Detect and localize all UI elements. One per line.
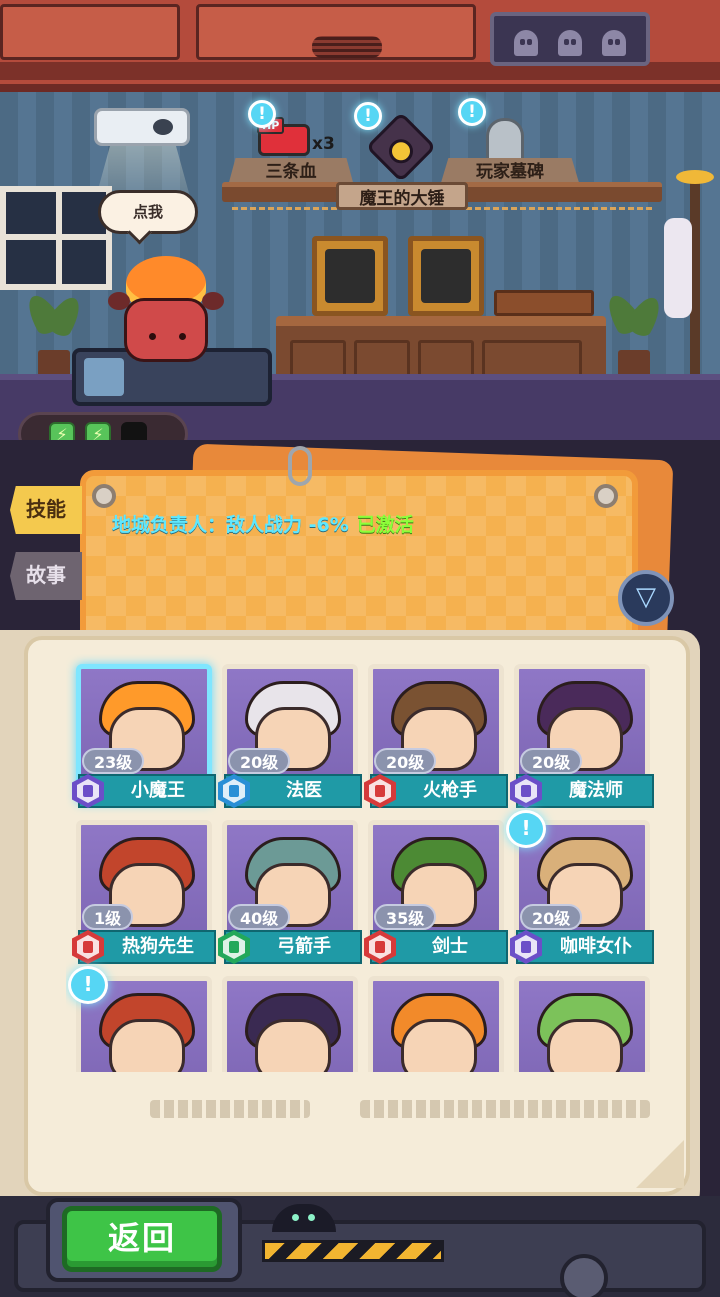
ghost-icon — [514, 30, 538, 56]
character-portrait — [222, 976, 358, 1072]
level-badge: 23级 — [82, 748, 145, 774]
hazard-stripe — [262, 1240, 444, 1262]
character-card[interactable]: 20级 魔法师 — [510, 664, 654, 810]
ghost-icon — [602, 30, 626, 56]
character-face — [109, 1019, 185, 1072]
character-card[interactable] — [368, 976, 504, 1072]
blurred-text — [150, 1100, 310, 1118]
level-badge: 20级 — [374, 748, 437, 774]
buff-text: 地城负责人：敌人战力 -6% — [112, 514, 349, 536]
level-badge: 20级 — [520, 904, 583, 930]
tab-skill[interactable]: 技能 — [10, 486, 82, 534]
rivet — [92, 484, 116, 508]
paper-clip-icon — [288, 446, 312, 486]
ghost-panel — [490, 12, 650, 66]
shop-item-label[interactable]: 魔王的大锤 — [336, 182, 468, 210]
character-face — [547, 1019, 623, 1072]
level-badge: 20级 — [520, 748, 583, 774]
character-roster[interactable]: 23级 小魔王 20级 法医 20级 火枪手 20级 魔法师 1级 热狗先生 40级 弓箭手 35级 剑士… — [66, 654, 656, 1072]
character-card[interactable]: 35级 剑士 — [364, 820, 508, 966]
blurred-text — [360, 1100, 650, 1118]
character-card[interactable]: ! — [68, 966, 212, 1072]
alert-icon[interactable]: ! — [68, 966, 108, 1004]
hanging-scarf — [664, 218, 692, 318]
filter-funnel-icon: ▽ — [636, 582, 656, 612]
energy-bar: ⚡ ⚡ — [18, 412, 188, 440]
alert-icon[interactable]: ! — [458, 98, 486, 126]
character-card[interactable] — [514, 976, 650, 1072]
energy-full-icon: ⚡ — [85, 422, 111, 440]
tombstone-icon[interactable] — [486, 118, 524, 162]
character-face — [255, 1019, 331, 1072]
rivet — [594, 484, 618, 508]
filter-button[interactable]: ▽ — [618, 570, 674, 626]
character-portrait — [368, 976, 504, 1072]
ceiling-panel — [0, 4, 180, 60]
character-card[interactable] — [222, 976, 358, 1072]
buff-notice: 地城负责人：敌人战力 -6% 已激活 — [112, 510, 414, 537]
back-button[interactable]: 返回 — [62, 1206, 222, 1272]
console-knob — [560, 1254, 608, 1297]
ceiling-vent — [312, 36, 382, 58]
room-scene: HP x3 ! ! ! 三条血 玩家墓碑 魔王的大锤 点我 ⚡ ⚡ — [0, 0, 720, 440]
ceiling — [0, 0, 720, 92]
toolbox — [494, 290, 594, 316]
energy-full-icon: ⚡ — [49, 422, 75, 440]
character-card[interactable]: 23级 小魔王 — [72, 664, 216, 810]
alert-icon[interactable]: ! — [248, 100, 276, 128]
ghost-icon — [558, 30, 582, 56]
tab-story[interactable]: 故事 — [10, 552, 82, 600]
demon-king-character[interactable] — [106, 256, 226, 376]
buff-status: 已激活 — [356, 514, 414, 536]
character-card[interactable]: 1级 热狗先生 — [72, 820, 216, 966]
projector — [94, 108, 190, 146]
level-badge: 35级 — [374, 904, 437, 930]
alert-icon[interactable]: ! — [354, 102, 382, 130]
character-portrait — [514, 976, 650, 1072]
character-face — [401, 1019, 477, 1072]
character-card[interactable]: 20级 火枪手 — [364, 664, 508, 810]
level-badge: 40级 — [228, 904, 291, 930]
character-card[interactable]: 20级 法医 — [218, 664, 362, 810]
hp-potion-icon[interactable]: HP — [257, 117, 310, 156]
hp-quantity: x3 — [312, 134, 335, 154]
level-badge: 20级 — [228, 748, 291, 774]
level-badge: 1级 — [82, 904, 134, 930]
picture-frame — [408, 236, 484, 316]
window — [0, 186, 112, 290]
alert-icon[interactable]: ! — [506, 810, 546, 848]
energy-empty-icon — [121, 422, 147, 440]
character-card[interactable]: 20级 咖啡女仆! — [506, 810, 654, 966]
potted-plant — [601, 290, 667, 384]
picture-frame — [312, 236, 388, 316]
hero-head — [124, 298, 208, 362]
character-card[interactable]: 40级 弓箭手 — [218, 820, 362, 966]
tap-me-bubble[interactable]: 点我 — [98, 190, 198, 234]
